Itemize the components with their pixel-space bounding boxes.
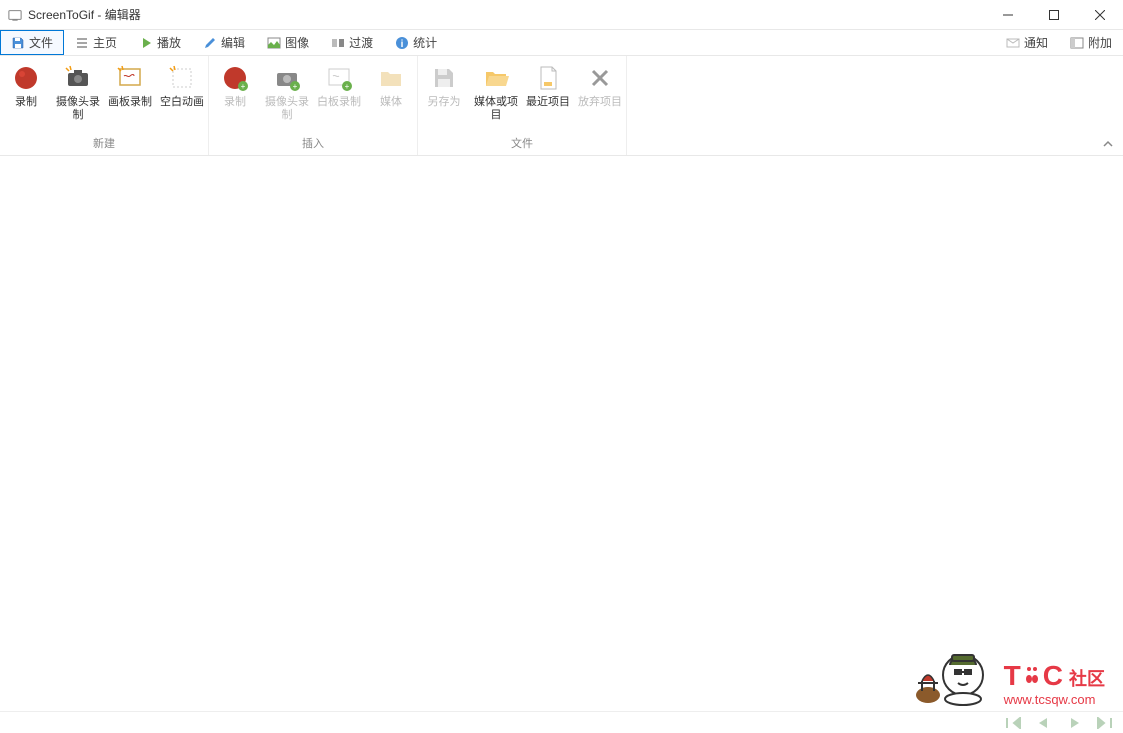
group-label: 文件 <box>418 133 626 155</box>
nav-first-button[interactable] <box>1005 717 1023 729</box>
mail-icon <box>1006 36 1020 50</box>
tab-label: 统计 <box>413 34 437 51</box>
tab-attach[interactable]: 附加 <box>1059 30 1123 55</box>
close-x-icon <box>584 62 616 94</box>
record-button[interactable]: 录制 <box>0 56 52 133</box>
tab-label: 编辑 <box>221 34 245 51</box>
ribbon-group-new: 录制 摄像头录制 画板录制 空白动画 新建 <box>0 56 209 155</box>
transition-icon <box>331 36 345 50</box>
tab-label: 图像 <box>285 34 309 51</box>
ribbon-group-insert: + 录制 + 摄像头录制 + 白板录制 媒体 插入 <box>209 56 418 155</box>
insert-media-button[interactable]: 媒体 <box>365 56 417 133</box>
button-label: 放弃项目 <box>578 96 622 109</box>
button-label: 录制 <box>15 96 37 109</box>
list-icon <box>75 36 89 50</box>
tab-file[interactable]: 文件 <box>0 30 64 55</box>
info-icon: i <box>395 36 409 50</box>
insert-webcam-button[interactable]: + 摄像头录制 <box>261 56 313 133</box>
ribbon-group-file: 另存为 媒体或项目 最近项目 放弃项目 文件 <box>418 56 627 155</box>
tab-transition[interactable]: 过渡 <box>320 30 384 55</box>
close-button[interactable] <box>1077 0 1123 30</box>
folder-icon <box>375 62 407 94</box>
webcam-record-button[interactable]: 摄像头录制 <box>52 56 104 133</box>
camera-add-icon: + <box>271 62 303 94</box>
save-icon <box>11 36 25 50</box>
camera-icon <box>62 62 94 94</box>
board-record-button[interactable]: 画板录制 <box>104 56 156 133</box>
svg-text:i: i <box>401 39 404 50</box>
tab-image[interactable]: 图像 <box>256 30 320 55</box>
svg-text:+: + <box>345 82 350 91</box>
whiteboard-add-icon: + <box>323 62 355 94</box>
window-controls <box>985 0 1123 30</box>
tab-label: 播放 <box>157 34 181 51</box>
button-label: 摄像头录制 <box>54 96 102 122</box>
window-title: ScreenToGif - 编辑器 <box>28 6 141 23</box>
pencil-icon <box>203 36 217 50</box>
button-label: 摄像头录制 <box>263 96 311 122</box>
statusbar <box>0 711 1123 733</box>
svg-text:+: + <box>293 82 298 91</box>
tab-label: 过渡 <box>349 34 373 51</box>
insert-whiteboard-button[interactable]: + 白板录制 <box>313 56 365 133</box>
app-icon <box>8 8 22 22</box>
panel-icon <box>1070 36 1084 50</box>
tab-edit[interactable]: 编辑 <box>192 30 256 55</box>
svg-text:+: + <box>241 82 246 91</box>
nav-next-button[interactable] <box>1065 717 1083 729</box>
blank-animation-button[interactable]: 空白动画 <box>156 56 208 133</box>
tab-label: 主页 <box>93 34 117 51</box>
document-icon <box>532 62 564 94</box>
group-label: 插入 <box>209 133 417 155</box>
record-icon <box>10 62 42 94</box>
recent-project-button[interactable]: 最近项目 <box>522 56 574 133</box>
ribbon: 录制 摄像头录制 画板录制 空白动画 新建 + 录制 + <box>0 56 1123 156</box>
tab-stats[interactable]: i 统计 <box>384 30 448 55</box>
save-icon <box>428 62 460 94</box>
nav-prev-button[interactable] <box>1035 717 1053 729</box>
button-label: 白板录制 <box>317 96 361 109</box>
minimize-button[interactable] <box>985 0 1031 30</box>
button-label: 空白动画 <box>160 96 204 109</box>
workspace <box>0 156 1123 711</box>
button-label: 媒体 <box>380 96 402 109</box>
tab-home[interactable]: 主页 <box>64 30 128 55</box>
maximize-button[interactable] <box>1031 0 1077 30</box>
play-icon <box>139 36 153 50</box>
saveas-button[interactable]: 另存为 <box>418 56 470 133</box>
button-label: 另存为 <box>428 96 461 109</box>
image-icon <box>267 36 281 50</box>
tab-label: 文件 <box>29 34 53 51</box>
tab-play[interactable]: 播放 <box>128 30 192 55</box>
tab-label: 通知 <box>1024 34 1048 51</box>
group-label: 新建 <box>0 133 208 155</box>
ribbon-collapse-button[interactable] <box>1101 137 1115 151</box>
blank-icon <box>166 62 198 94</box>
record-icon: + <box>219 62 251 94</box>
tab-notify[interactable]: 通知 <box>995 30 1059 55</box>
discard-project-button[interactable]: 放弃项目 <box>574 56 626 133</box>
tabbar: 文件 主页 播放 编辑 图像 过渡 i 统计 通知 <box>0 30 1123 56</box>
folder-open-icon <box>480 62 512 94</box>
titlebar: ScreenToGif - 编辑器 <box>0 0 1123 30</box>
nav-last-button[interactable] <box>1095 717 1113 729</box>
button-label: 媒体或项目 <box>472 96 520 122</box>
button-label: 画板录制 <box>108 96 152 109</box>
button-label: 最近项目 <box>526 96 570 109</box>
button-label: 录制 <box>224 96 246 109</box>
insert-record-button[interactable]: + 录制 <box>209 56 261 133</box>
media-project-button[interactable]: 媒体或项目 <box>470 56 522 133</box>
board-icon <box>114 62 146 94</box>
tab-label: 附加 <box>1088 34 1112 51</box>
